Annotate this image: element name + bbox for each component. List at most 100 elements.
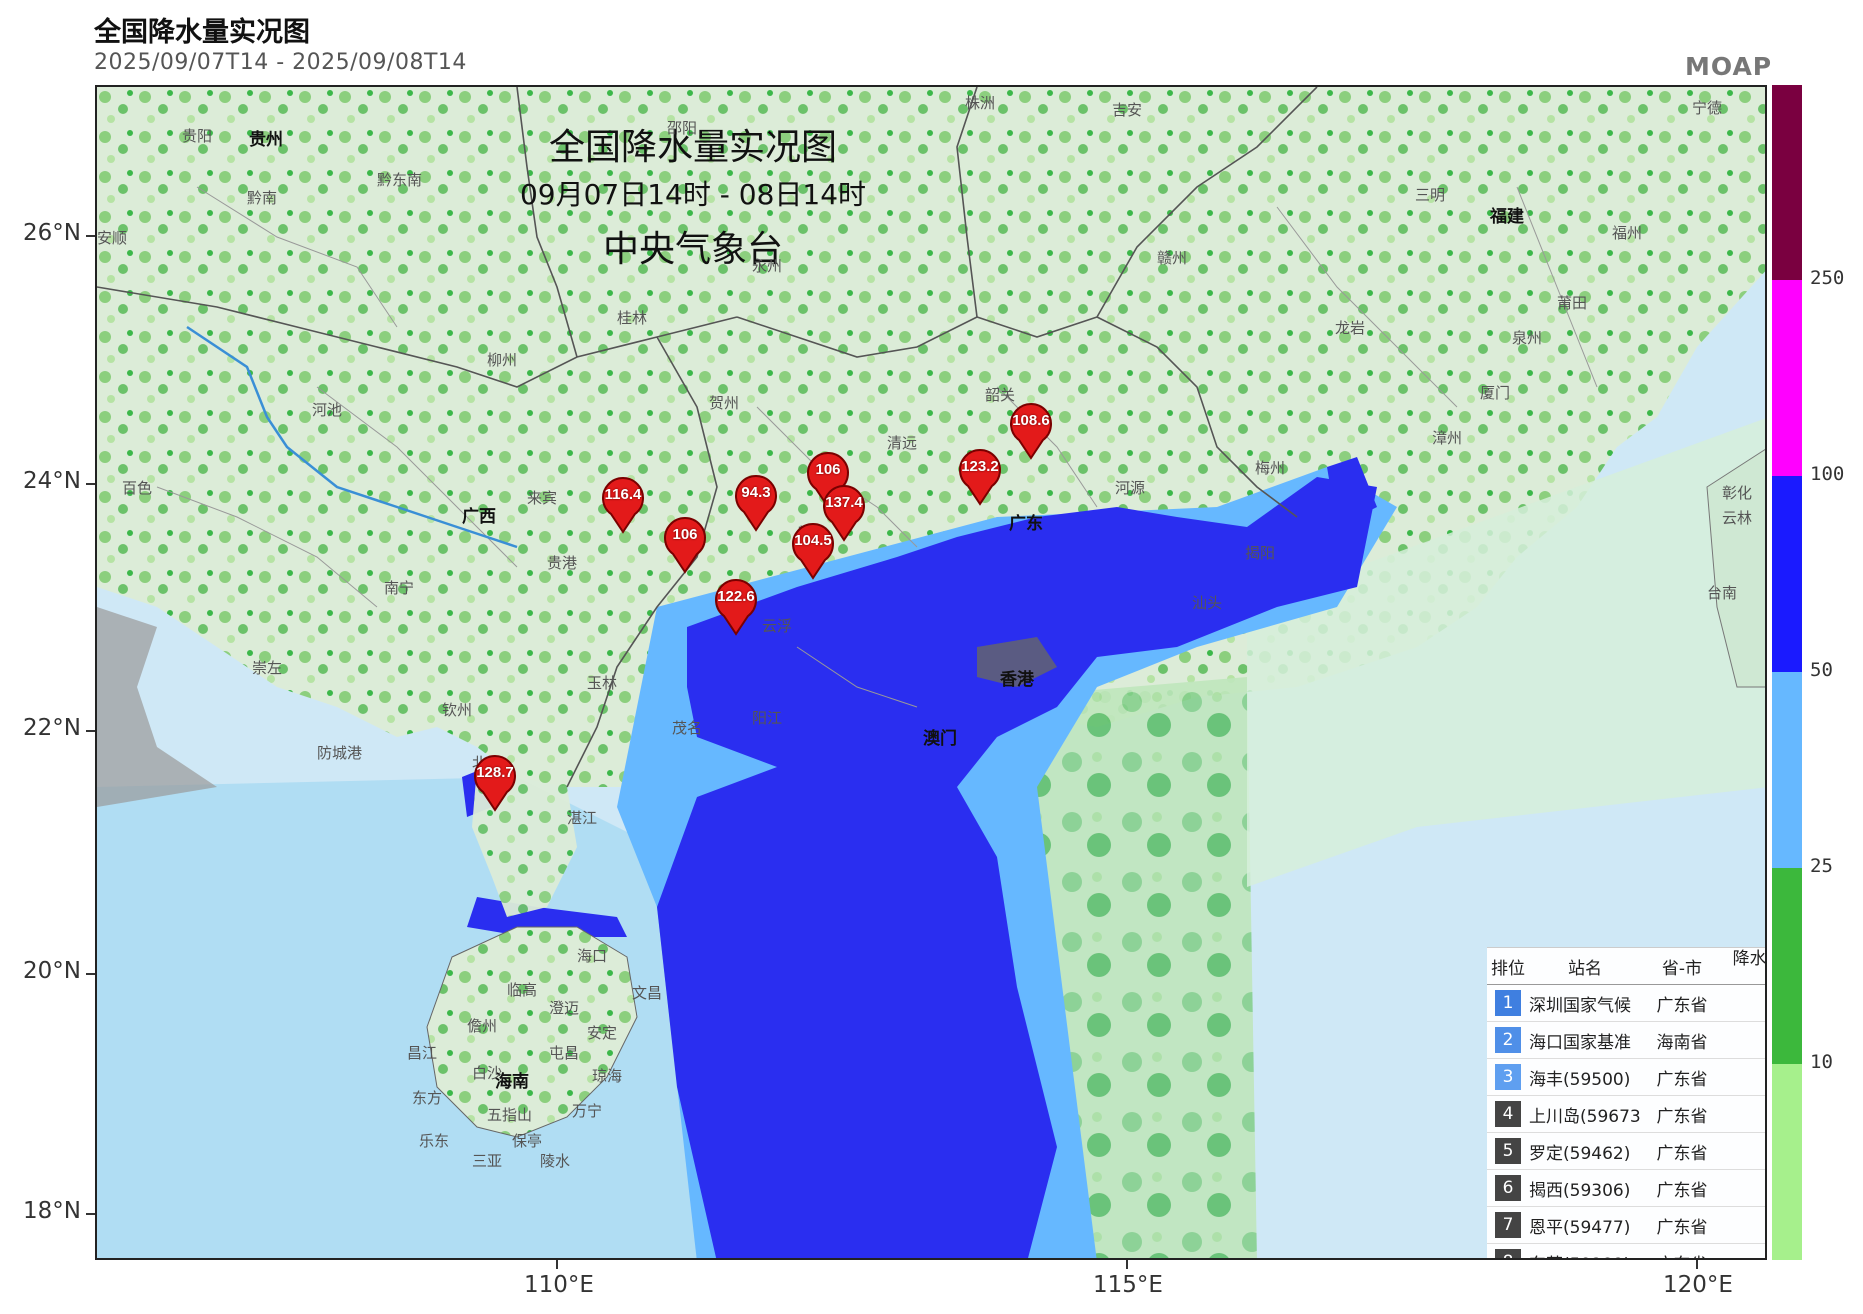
colorbar-label: 10 — [1810, 1051, 1833, 1073]
place-label: 河源 — [1115, 479, 1146, 497]
lon-tick — [556, 1260, 558, 1269]
lon-label: 110°E — [524, 1272, 594, 1298]
station-marker[interactable]: 108.6 — [1007, 400, 1055, 460]
place-label: 屯昌 — [549, 1044, 580, 1062]
place-label: 厦门 — [1480, 384, 1511, 402]
place-label: 儋州 — [467, 1017, 498, 1035]
overlay-org: 中央气象台 — [602, 229, 783, 270]
header-precip[interactable]: 降水(mm) — [1723, 944, 1765, 989]
rank-badge: 3 — [1495, 1064, 1521, 1090]
colorbar-segment — [1772, 672, 1802, 868]
place-label: 梅州 — [1255, 459, 1286, 477]
station-marker[interactable]: 123.2 — [956, 446, 1004, 506]
ranking-row[interactable]: 7恩平(59477)广东省106↑ — [1487, 1207, 1765, 1244]
ranking-row[interactable]: 6揭西(59306)广东省108.6↑ — [1487, 1170, 1765, 1207]
marker-value: 123.2 — [961, 458, 999, 475]
map-pin-icon — [792, 523, 834, 580]
ranking-table: 排位 站名 省-市 降水(mm) 1深圳国家气候广东省137.4↑2海口国家基准… — [1487, 944, 1765, 1259]
marker-value: 94.3 — [741, 484, 771, 501]
place-label: 福州 — [1612, 224, 1643, 242]
colorbar-label: 50 — [1810, 659, 1833, 681]
marker-value: 122.6 — [717, 588, 755, 605]
place-label: 揭阳 — [1245, 544, 1276, 562]
place-label: 海口 — [577, 947, 608, 965]
lat-label: 22°N — [23, 715, 81, 741]
ranking-row[interactable]: 5罗定(59462)广东省116.4↑ — [1487, 1133, 1765, 1170]
row-station: 深圳国家气候 — [1529, 995, 1631, 1016]
ranking-row[interactable]: 1深圳国家气候广东省137.4↑ — [1487, 985, 1765, 1022]
station-marker[interactable]: 104.5 — [789, 520, 837, 580]
station-marker[interactable]: 116.4 — [599, 474, 647, 534]
place-label: 防城港 — [317, 744, 363, 762]
rank-badge: 5 — [1495, 1138, 1521, 1164]
place-label: 玉林 — [587, 674, 618, 692]
place-label: 莆田 — [1557, 294, 1588, 312]
colorbar-label: 100 — [1810, 463, 1845, 485]
place-label: 永州 — [752, 257, 783, 275]
row-rank: 2 — [1487, 1027, 1529, 1053]
place-label: 湛江 — [567, 809, 598, 827]
row-precip: 137.4 — [1723, 993, 1765, 1013]
place-label: 贵港 — [547, 554, 578, 572]
place-label: 黔东南 — [377, 171, 423, 189]
lat-tick — [86, 235, 95, 237]
overlay-time: 09月07日14时 - 08日14时 — [519, 178, 867, 211]
place-label: 广东 — [1009, 514, 1043, 534]
row-precip: 122.6 — [1723, 1104, 1765, 1124]
row-rank: 4 — [1487, 1101, 1529, 1127]
rank-badge: 6 — [1495, 1175, 1521, 1201]
place-label: 赣州 — [1157, 249, 1188, 267]
station-marker[interactable]: 106 — [661, 514, 709, 574]
row-precip: 128.7 — [1723, 1030, 1765, 1050]
place-label: 安定 — [587, 1024, 618, 1042]
map-pin-icon — [1010, 403, 1052, 460]
rank-badge: 8 — [1495, 1249, 1521, 1258]
lat-label: 18°N — [23, 1198, 81, 1224]
place-label-hongkong: 香港 — [1000, 670, 1034, 690]
place-label: 茂名 — [672, 719, 703, 737]
lat-tick — [86, 730, 95, 732]
row-station: 揭西(59306) — [1529, 1180, 1631, 1201]
row-station: 罗定(59462) — [1529, 1143, 1631, 1164]
lat-label: 24°N — [23, 468, 81, 494]
place-label: 株洲 — [965, 94, 996, 112]
place-label: 广西 — [462, 507, 496, 527]
lat-label: 26°N — [23, 220, 81, 246]
lon-tick — [1696, 1260, 1698, 1269]
precipitation-map[interactable]: 全国降水量实况图 09月07日14时 - 08日14时 中央气象台 贵州 广西 … — [95, 85, 1767, 1260]
colorbar-segment — [1772, 1064, 1802, 1260]
header-station: 站名 — [1568, 958, 1602, 979]
place-label: 贺州 — [709, 394, 740, 412]
map-pin-icon — [735, 475, 777, 532]
lon-tick — [1126, 1260, 1128, 1269]
station-marker[interactable]: 128.7 — [471, 752, 519, 812]
lon-label: 115°E — [1093, 1272, 1163, 1298]
place-label: 云林 — [1722, 509, 1753, 527]
place-label: 文昌 — [632, 984, 663, 1002]
place-label: 邵阳 — [667, 119, 698, 137]
marker-value: 106 — [815, 461, 841, 478]
marker-value: 106 — [672, 526, 698, 543]
place-label: 百色 — [122, 479, 153, 497]
station-marker[interactable]: 94.3 — [732, 472, 780, 532]
ranking-row[interactable]: 3海丰(59500)广东省123.2↑ — [1487, 1059, 1765, 1096]
row-station: 海丰(59500) — [1529, 1069, 1631, 1090]
rank-badge: 7 — [1495, 1212, 1521, 1238]
row-station: 东莞(59289) — [1529, 1250, 1641, 1259]
marker-value: 104.5 — [794, 532, 832, 549]
place-label: 台南 — [1707, 584, 1738, 602]
place-label: 来宾 — [527, 489, 558, 507]
station-marker[interactable]: 122.6 — [712, 576, 760, 636]
brand-logo: MOAP — [1685, 52, 1773, 81]
ranking-row[interactable]: 8东莞(59289)广东省106↑ — [1487, 1244, 1765, 1259]
row-rank: 5 — [1487, 1138, 1529, 1164]
lat-label: 20°N — [23, 958, 81, 984]
colorbar-segment — [1772, 476, 1802, 672]
row-rank: 7 — [1487, 1212, 1529, 1238]
row-station: 恩平(59477) — [1529, 1217, 1631, 1238]
ranking-row[interactable]: 2海口国家基准海南省128.7↑ — [1487, 1022, 1765, 1059]
place-label: 钦州 — [442, 701, 473, 719]
lon-label: 120°E — [1663, 1272, 1733, 1298]
place-label: 河池 — [312, 401, 343, 419]
ranking-row[interactable]: 4上川岛(59673广东省122.6↑ — [1487, 1096, 1765, 1133]
